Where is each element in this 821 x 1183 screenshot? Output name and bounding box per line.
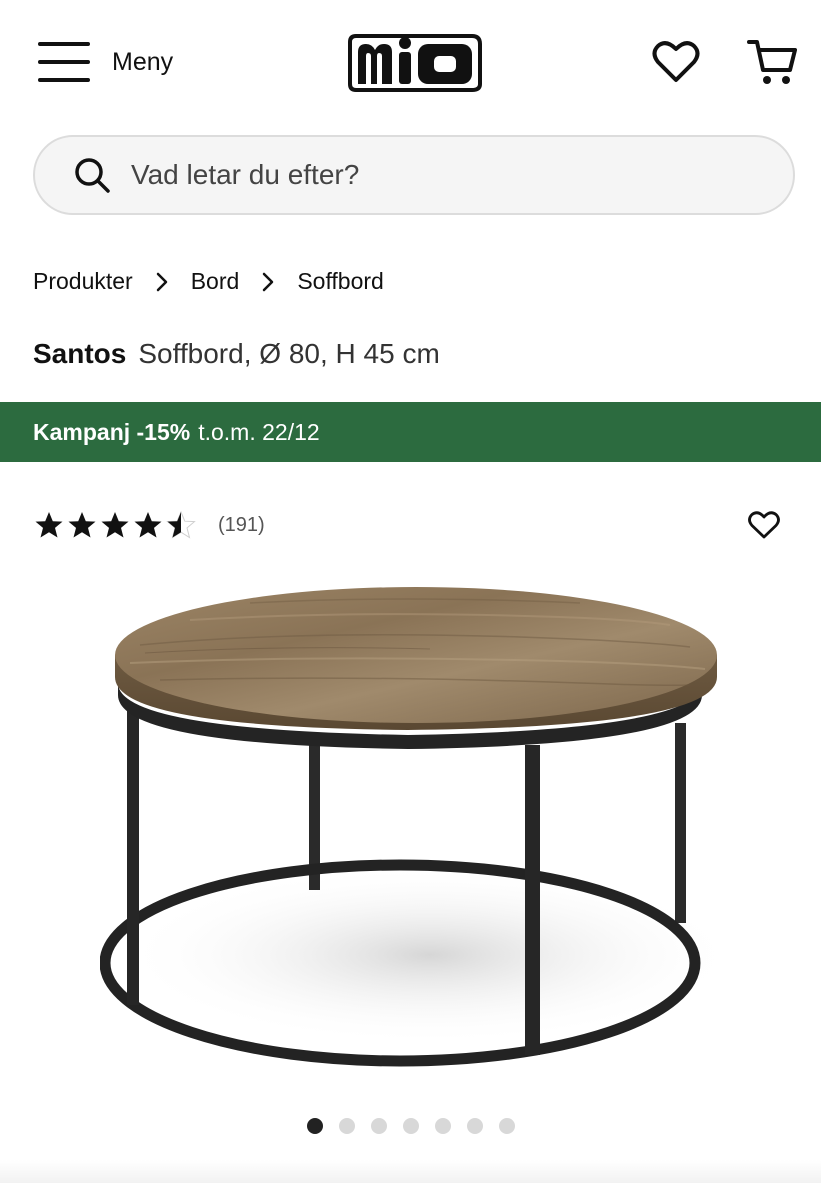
star-icon: [134, 512, 162, 538]
divider: [0, 1160, 821, 1183]
gallery-dot[interactable]: [338, 1118, 355, 1134]
search-input[interactable]: [131, 159, 691, 191]
campaign-banner: Kampanj -15% t.o.m. 22/12: [0, 402, 821, 462]
campaign-label: Kampanj -15%: [33, 418, 191, 445]
product-image[interactable]: [100, 575, 730, 1095]
gallery-dot[interactable]: [466, 1118, 483, 1134]
gallery-dot[interactable]: [306, 1118, 323, 1134]
star-icon: [101, 512, 129, 538]
gallery-dot[interactable]: [370, 1118, 387, 1134]
gallery-dot[interactable]: [498, 1118, 515, 1134]
chevron-right-icon: [156, 272, 167, 291]
product-rating[interactable]: (191): [33, 510, 265, 540]
gallery-dot[interactable]: [402, 1118, 419, 1134]
menu-label: Meny: [112, 47, 174, 76]
heart-icon[interactable]: [652, 38, 700, 84]
site-header: Meny: [0, 0, 821, 125]
search-icon: [75, 158, 110, 193]
product-brand: Santos: [33, 338, 127, 369]
hamburger-icon: [38, 42, 90, 82]
breadcrumb-item-produkter[interactable]: Produkter: [33, 268, 133, 295]
search-bar[interactable]: [33, 135, 795, 215]
mio-logo[interactable]: [342, 30, 486, 96]
chevron-right-icon: [263, 272, 274, 291]
heart-outline-icon[interactable]: [748, 510, 780, 540]
product-description: Soffbord, Ø 80, H 45 cm: [138, 338, 440, 369]
campaign-date: t.o.m. 22/12: [198, 418, 320, 445]
gallery-pagination: [0, 1118, 821, 1134]
review-count[interactable]: (191): [218, 514, 265, 537]
rating-stars: [33, 510, 198, 540]
cart-icon[interactable]: [746, 38, 798, 88]
page-title: Santos Soffbord, Ø 80, H 45 cm: [33, 338, 440, 370]
half-star-icon: [166, 510, 196, 539]
breadcrumb-item-soffbord[interactable]: Soffbord: [297, 268, 384, 295]
star-icon: [68, 512, 96, 538]
gallery-dot[interactable]: [434, 1118, 451, 1134]
breadcrumb-item-bord[interactable]: Bord: [191, 268, 240, 295]
menu-button[interactable]: Meny: [38, 42, 173, 82]
breadcrumb: Produkter Bord Soffbord: [33, 268, 384, 295]
star-icon: [35, 512, 63, 538]
